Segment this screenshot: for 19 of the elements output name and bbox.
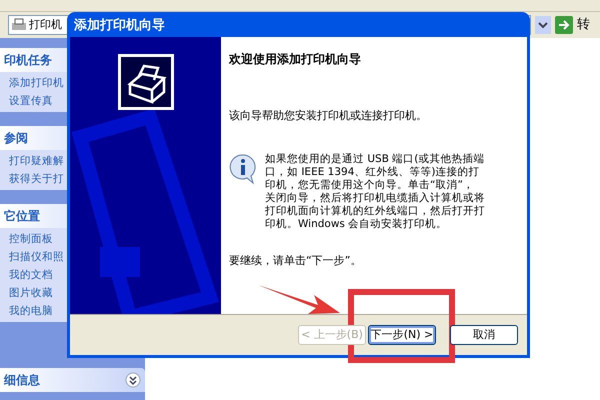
sidebar-link[interactable]: 扫描仪和照 [9, 250, 64, 264]
wizard-button[interactable]: 取消 [450, 325, 518, 345]
sidebar-link[interactable]: 我的电脑 [9, 304, 53, 318]
sidebar-link[interactable]: 控制面板 [9, 232, 53, 246]
panel-header[interactable]: 细信息 [0, 368, 145, 392]
wizard-heading: 欢迎使用添加打印机向导 [229, 51, 362, 68]
sidebar-link[interactable]: 设置传真 [9, 94, 53, 108]
continue-text: 要继续，请单击“下一步”。 [229, 252, 362, 268]
sidebar-link[interactable]: 图片收藏 [9, 286, 53, 300]
sidebar-link[interactable]: 我的文档 [9, 268, 53, 282]
intro-text: 该向导帮助您安装打印机或连接打印机。 [229, 108, 428, 124]
info-text: 如果您使用的是通过 USB 端口(或其他热插端 口，如 IEEE 1394、红外线、等等)连接的打 印机，您无需使用这个向导。单击“取消”， 关闭向导，然后将打印机电缆插入计算机或将 打印机面向计算机的红外线端口，然后打开打 印机。Windows 会自动安装打印机。 [265, 152, 485, 230]
sidebar-link[interactable]: 添加打印机 [9, 76, 64, 90]
address-text: 打印机 [29, 16, 62, 33]
go-label[interactable]: 转 [577, 15, 590, 35]
window-title: 添加打印机向导 [73, 17, 166, 36]
sidebar-link[interactable]: 获得关于打 [9, 172, 64, 186]
wizard-button[interactable]: 下一步(N) > [368, 325, 436, 345]
sidebar-link[interactable]: 打印疑难解 [9, 154, 64, 168]
